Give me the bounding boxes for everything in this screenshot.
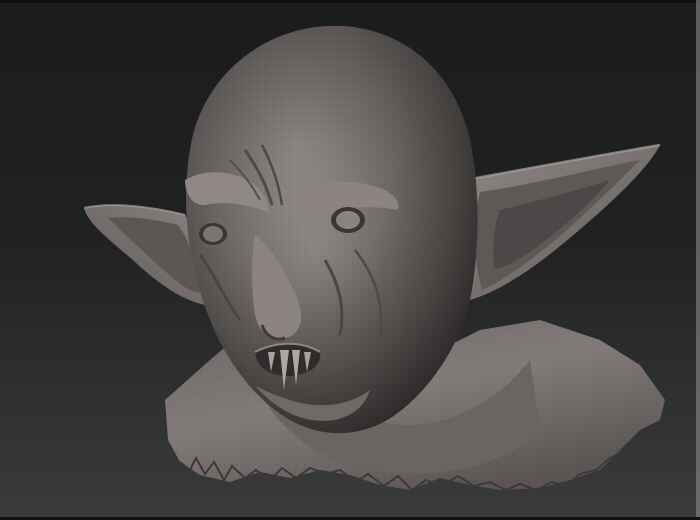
- goblin-sculpt-render: [83, 25, 665, 492]
- right-ear: [456, 143, 661, 300]
- sculpt-viewport[interactable]: [0, 0, 700, 520]
